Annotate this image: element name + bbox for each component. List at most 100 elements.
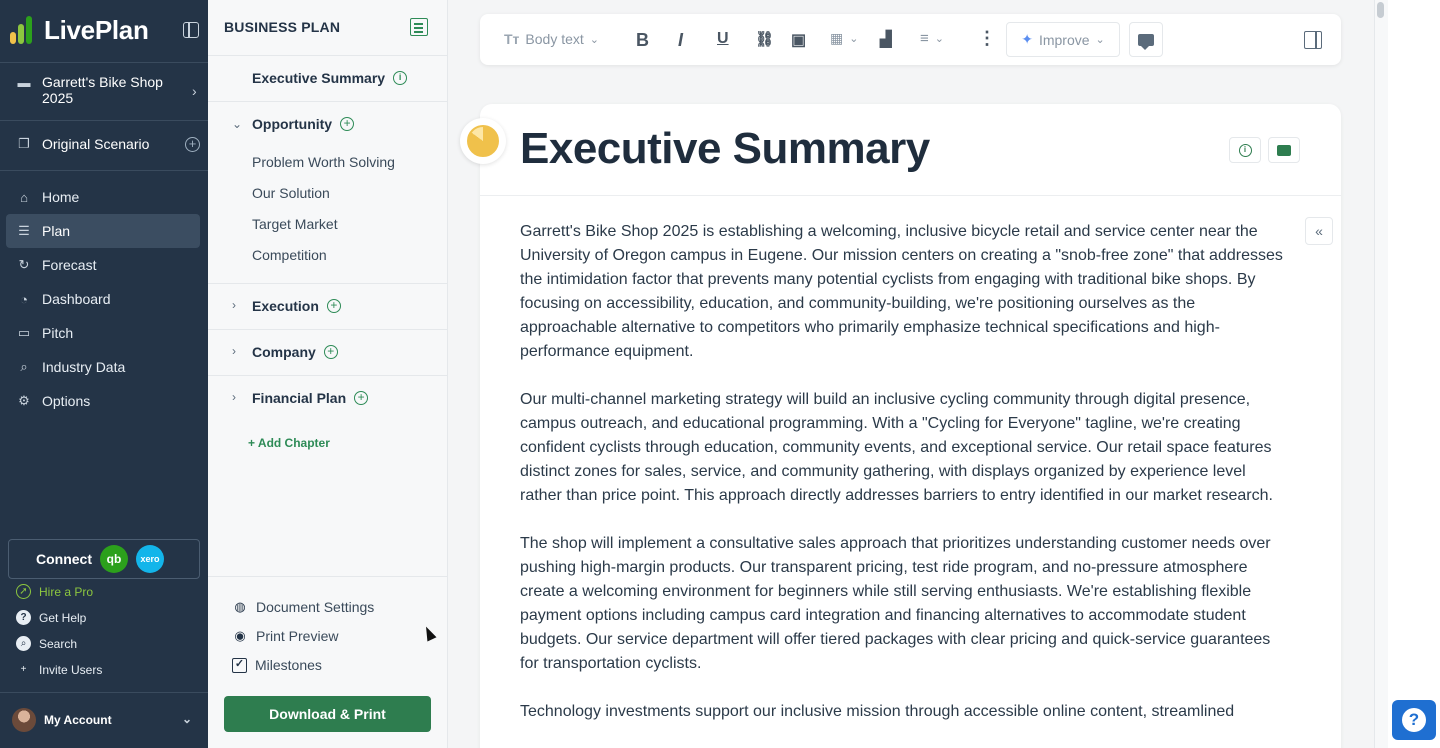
util-label: Get Help (39, 610, 87, 625)
improve-ai-button[interactable]: ✦ Improve ⌄ (1006, 22, 1120, 57)
my-account-menu[interactable]: My Account ⌄ (12, 708, 198, 732)
xero-icon[interactable]: xero (136, 545, 164, 573)
outline-section[interactable]: Our Solution (252, 185, 330, 201)
outline-section[interactable]: Competition (252, 247, 327, 263)
outline-chapter-execution[interactable]: › Execution + (208, 284, 447, 330)
chevron-down-icon: ⌄ (1095, 34, 1105, 46)
image-icon[interactable]: ▣ (791, 30, 806, 50)
connect-integrations[interactable]: Connect qb xero (8, 539, 200, 579)
main-sidebar: LivePlan ▬ Garrett's Bike Shop 2025 › ❐ … (0, 0, 208, 748)
download-print-button[interactable]: Download & Print (224, 696, 431, 732)
nav-industry-data[interactable]: ⌕ Industry Data (6, 350, 200, 384)
outline-section[interactable]: Target Market (252, 216, 338, 232)
comment-icon (1277, 144, 1291, 156)
hire-a-pro-link[interactable]: ➚ Hire a Pro (16, 584, 200, 599)
nav-item-label: Options (42, 393, 91, 409)
add-comment-button[interactable] (1129, 22, 1163, 57)
align-icon[interactable]: ≡ ⌄ (920, 30, 944, 47)
document-settings-link[interactable]: ◍ Document Settings (232, 599, 374, 615)
search-link[interactable]: ⌕ Search (16, 636, 200, 651)
chevron-right-icon[interactable]: › (232, 390, 236, 404)
expand-panel-double-chevron-icon[interactable]: « (1305, 217, 1333, 245)
nav-options[interactable]: ⚙ Options (6, 384, 200, 418)
chapter-label: Execution (252, 298, 319, 314)
nav-pitch[interactable]: ▭ Pitch (6, 316, 200, 350)
outline-item-label: Executive Summary (252, 70, 386, 86)
divider (0, 62, 208, 63)
text-style-dropdown[interactable]: Tт Body text ⌄ (504, 31, 599, 47)
liveplan-logo[interactable]: LivePlan (10, 14, 149, 46)
chevron-right-icon[interactable]: › (232, 298, 236, 312)
divider (480, 195, 1341, 196)
help-widget-button[interactable]: ? (1392, 700, 1436, 740)
divider (0, 120, 208, 121)
section-comments-button[interactable] (1268, 137, 1300, 163)
more-options-icon[interactable]: ⋮ (978, 28, 996, 49)
section-progress-indicator[interactable] (460, 118, 506, 164)
plan-list-icon: ☰ (18, 223, 30, 238)
outline-toggle-icon[interactable] (410, 18, 428, 36)
get-help-link[interactable]: ? Get Help (16, 610, 200, 625)
outline-chapter-company[interactable]: › Company + (208, 330, 447, 376)
checkbox-checked-icon[interactable]: ✓ (232, 657, 247, 673)
add-scenario-icon[interactable]: + (185, 137, 200, 152)
underline-icon[interactable]: U (717, 30, 729, 48)
nav-item-label: Dashboard (42, 291, 111, 307)
outline-item-executive-summary[interactable]: Executive Summary i (208, 56, 447, 102)
collapse-sidebar-icon[interactable] (183, 22, 199, 38)
tool-label: Milestones (255, 657, 322, 673)
company-switcher[interactable]: ▬ Garrett's Bike Shop 2025 › (16, 74, 206, 106)
chevron-down-icon[interactable]: ⌄ (232, 117, 242, 131)
tool-label: Print Preview (256, 628, 339, 644)
add-section-icon[interactable]: + (326, 299, 341, 313)
help-icon: ? (1402, 708, 1426, 732)
add-section-icon[interactable]: + (354, 391, 369, 405)
right-margin (1388, 0, 1440, 748)
nav-home[interactable]: ⌂ Home (6, 180, 200, 214)
italic-icon[interactable]: I (678, 30, 683, 51)
add-section-icon[interactable]: + (323, 345, 338, 359)
nav-dashboard[interactable]: ◔ Dashboard (6, 282, 200, 316)
paragraph: Garrett's Bike Shop 2025 is establishing… (520, 223, 1283, 360)
add-section-icon[interactable]: + (340, 117, 355, 131)
nav-plan[interactable]: ☰ Plan (6, 214, 200, 248)
add-chapter-link[interactable]: + Add Chapter (248, 436, 330, 450)
nav-item-label: Pitch (42, 325, 74, 341)
bold-icon[interactable]: B (636, 30, 649, 51)
section-info-button[interactable]: i (1229, 137, 1261, 163)
help-icon: ? (16, 610, 31, 625)
link-icon[interactable]: ⛓ (755, 30, 774, 48)
side-panel-toggle-icon[interactable] (1304, 31, 1322, 49)
divider (0, 692, 208, 693)
scrollbar-thumb[interactable] (1377, 2, 1384, 18)
dashboard-gauge-icon: ◔ (20, 291, 28, 307)
document-body[interactable]: Garrett's Bike Shop 2025 is establishing… (520, 220, 1285, 748)
scrollbar[interactable] (1374, 0, 1388, 748)
improve-label: Improve (1038, 31, 1090, 48)
scenario-selector[interactable]: ❐ Original Scenario + (16, 136, 200, 152)
info-icon[interactable]: i (393, 71, 408, 85)
pitch-presentation-icon: ▭ (17, 325, 31, 340)
outline-chapter-financial-plan[interactable]: › Financial Plan + (208, 376, 447, 422)
page-title: Executive Summary (520, 124, 930, 173)
util-label: Hire a Pro (39, 584, 94, 599)
outline-section[interactable]: Problem Worth Solving (252, 154, 395, 170)
quickbooks-icon[interactable]: qb (100, 545, 128, 573)
eye-icon: ◉ (234, 628, 246, 643)
chart-icon[interactable]: ▟ (880, 30, 892, 48)
invite-users-link[interactable]: + Invite Users (16, 662, 200, 677)
company-name: Garrett's Bike Shop 2025 (42, 74, 163, 106)
outline-chapter-opportunity: ⌄ Opportunity + Problem Worth Solving Ou… (208, 102, 447, 284)
print-preview-link[interactable]: ◉ Print Preview (232, 628, 338, 644)
chevron-right-icon[interactable]: › (232, 344, 236, 358)
formatting-toolbar (480, 14, 1341, 65)
chapter-title[interactable]: Opportunity + (252, 116, 355, 132)
nav-forecast[interactable]: ↻ Forecast (6, 248, 200, 282)
milestones-toggle[interactable]: ✓ Milestones (232, 657, 322, 673)
nav-item-label: Forecast (42, 257, 97, 273)
nav-item-label: Plan (42, 223, 71, 239)
table-icon[interactable]: ▦ ⌄ (830, 30, 858, 47)
chapter-label: Opportunity (252, 116, 333, 132)
text-style-value: Body text (525, 31, 584, 47)
liveplan-logo-icon (10, 14, 38, 46)
